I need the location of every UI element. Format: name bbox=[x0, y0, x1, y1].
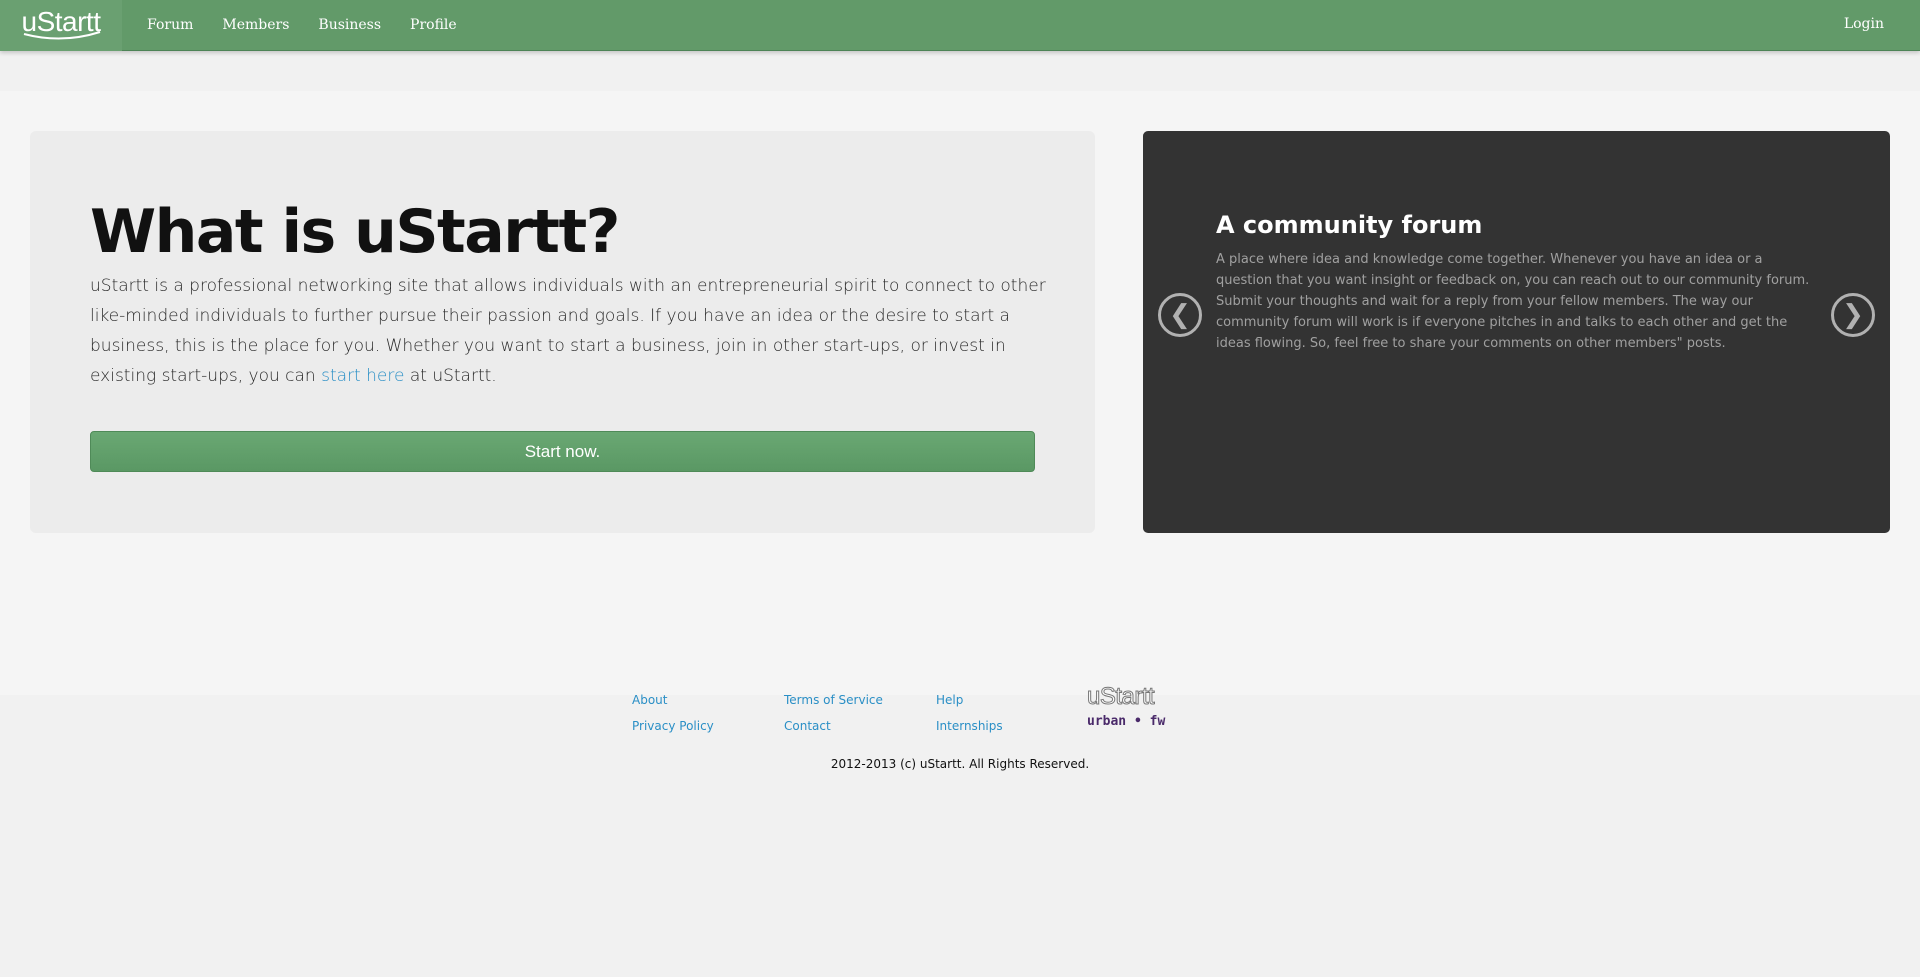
feature-carousel: ❮ A community forum A place where idea a… bbox=[1143, 131, 1890, 533]
start-now-button[interactable]: Start now. bbox=[90, 431, 1035, 472]
nav-forum[interactable]: Forum bbox=[147, 17, 193, 33]
hero-title: What is uStartt? bbox=[90, 197, 620, 267]
footer-column-1: About Privacy Policy bbox=[632, 687, 714, 739]
main-content: What is uStartt? uStartt is a profession… bbox=[0, 91, 1920, 771]
main-nav: Forum Members Business Profile bbox=[147, 0, 486, 51]
brand-swoosh-icon bbox=[23, 30, 101, 40]
footer-link-contact[interactable]: Contact bbox=[784, 713, 883, 739]
login-link[interactable]: Login bbox=[1844, 16, 1884, 32]
footer-logo-urban-fw: urban • fw bbox=[1087, 714, 1166, 729]
chevron-left-icon[interactable]: ❮ bbox=[1158, 293, 1202, 337]
carousel-text: A place where idea and knowledge come to… bbox=[1216, 252, 1810, 351]
footer-logo: uStartt urban • fw bbox=[1087, 683, 1167, 733]
nav-business[interactable]: Business bbox=[318, 17, 381, 33]
footer-column-3: Help Internships bbox=[936, 687, 1003, 739]
footer-link-about[interactable]: About bbox=[632, 687, 714, 713]
hero-description-text: uStartt is a professional networking sit… bbox=[90, 276, 1046, 386]
footer-link-privacy-policy[interactable]: Privacy Policy bbox=[632, 713, 714, 739]
hero-description-end: at uStartt. bbox=[404, 366, 497, 386]
footer-logo-ustartt: uStartt bbox=[1087, 683, 1156, 711]
footer-link-help[interactable]: Help bbox=[936, 687, 1003, 713]
hero-panel: What is uStartt? uStartt is a profession… bbox=[30, 131, 1095, 533]
footer-link-terms[interactable]: Terms of Service bbox=[784, 687, 883, 713]
nav-profile[interactable]: Profile bbox=[410, 17, 457, 33]
hero-description: uStartt is a professional networking sit… bbox=[90, 271, 1050, 391]
top-navbar: uStartt Forum Members Business Profile L… bbox=[0, 0, 1920, 51]
footer-link-internships[interactable]: Internships bbox=[936, 713, 1003, 739]
footer: About Privacy Policy Terms of Service Co… bbox=[0, 683, 1920, 787]
carousel-heading: A community forum bbox=[1216, 211, 1483, 239]
footer-column-2: Terms of Service Contact bbox=[784, 687, 883, 739]
chevron-right-icon[interactable]: ❯ bbox=[1831, 293, 1875, 337]
copyright-text: 2012-2013 (c) uStartt. All Rights Reserv… bbox=[830, 757, 1090, 771]
start-here-link[interactable]: start here bbox=[321, 366, 404, 386]
nav-members[interactable]: Members bbox=[222, 17, 289, 33]
brand-logo[interactable]: uStartt bbox=[0, 0, 122, 51]
